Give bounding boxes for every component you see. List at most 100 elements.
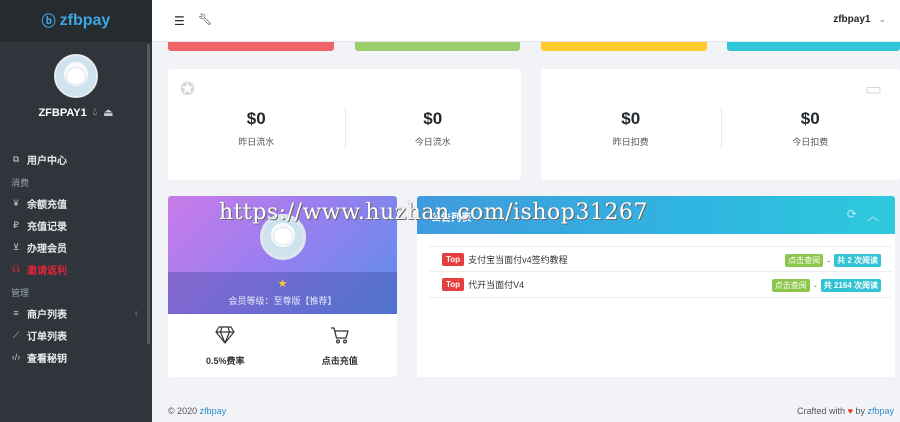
sidebar-item[interactable]: ⟋ 订单列表 bbox=[0, 324, 152, 346]
sidebar-item-label: 余额充值 bbox=[27, 199, 67, 211]
yen-icon: ¥ bbox=[13, 198, 19, 208]
sidebar-scrollbar[interactable] bbox=[147, 44, 150, 344]
home-icon: ⧉ bbox=[12, 153, 20, 164]
footer-brand-link[interactable]: zfbpay bbox=[200, 406, 227, 416]
user-menu-label: zfbpay1 bbox=[833, 14, 871, 25]
sidebar-item-label: 订单列表 bbox=[27, 331, 67, 343]
notice-title-text[interactable]: 代开当面付V4 bbox=[468, 278, 524, 291]
turnover-card: ✪ $0 昨日流水 $0 今日流水 bbox=[168, 69, 521, 180]
notice-row[interactable]: Top 支付宝当面付v4签约教程 点击查阅 - 共 2 次阅读 bbox=[429, 246, 893, 272]
top-badge: Top bbox=[442, 278, 465, 291]
nav-section-title: 消费 bbox=[11, 178, 30, 188]
notice-tools: ⟳ ︿ bbox=[847, 207, 879, 224]
sidebar-item[interactable]: ≡ 商户列表 ‹ bbox=[0, 302, 152, 324]
sidebar-item[interactable]: ☊ 邀请返利 bbox=[0, 258, 152, 280]
stat-value: $0 bbox=[621, 109, 641, 128]
brand-logo[interactable]: ⓑ zfbpay bbox=[0, 0, 152, 42]
recharge-button[interactable]: 点击充值 bbox=[283, 326, 398, 367]
notice-meta: 点击查阅 - 共 2164 次阅读 bbox=[771, 279, 881, 292]
refresh-icon[interactable]: ⟳ bbox=[847, 207, 857, 224]
sidebar-nav: ⧉ 用户中心消费 ¥ 余额充值 ₽ 充值记录 ⊻ 办理会员 ☊ 邀请返利管理 ≡ 商户列表 ‹ ⟋ 订单列表… bbox=[0, 148, 152, 368]
member-actions: 0.5%费率 点击充值 bbox=[168, 314, 397, 377]
sidebar-item[interactable]: ¥ 余额充值 bbox=[0, 192, 152, 214]
wrench-icon[interactable]: 🔧︎ bbox=[198, 13, 212, 26]
sidebar-item-label: 查看秘钥 bbox=[27, 353, 67, 365]
user-menu[interactable]: zfbpay1 ⌄ bbox=[833, 14, 886, 25]
chevron-up-icon[interactable]: ︿ bbox=[867, 207, 879, 224]
strip-green bbox=[355, 42, 520, 51]
drop-icon[interactable]: 💧︎ bbox=[93, 106, 97, 119]
stat-yesterday-deduction: $0 昨日扣费 bbox=[541, 109, 721, 148]
notice-header: 公告列表 ⟳ ︿ bbox=[417, 196, 895, 234]
notice-card: 公告列表 ⟳ ︿ Top 支付宝当面付v4签约教程 点击查阅 - 共 2 次阅读 Top 代… bbox=[417, 196, 895, 377]
footer-by-link[interactable]: zfbpay bbox=[867, 406, 894, 416]
stat-today-turnover: $0 今日流水 bbox=[345, 109, 522, 148]
sidebar-item-label: 商户列表 bbox=[27, 309, 67, 321]
member-card: ★ 会员等级：至尊版【推荐】 0.5%费率 点击充值 bbox=[168, 196, 397, 377]
footer: © 2020 zfbpay Crafted with ♥ by zfbpay bbox=[152, 398, 900, 422]
recharge-label: 点击充值 bbox=[321, 356, 358, 366]
menu-toggle-icon[interactable]: ☰ bbox=[174, 14, 185, 28]
member-banner: ★ 会员等级：至尊版【推荐】 bbox=[168, 196, 397, 314]
notice-title-text[interactable]: 支付宝当面付v4签约教程 bbox=[468, 253, 568, 266]
strip-red bbox=[168, 42, 334, 51]
nav-section-title: 管理 bbox=[11, 288, 30, 298]
profile: ZFBPAY1 💧︎ ⏏ bbox=[0, 42, 152, 132]
top-badge: Top bbox=[442, 252, 465, 266]
sidebar-item-label: 用户中心 bbox=[27, 155, 67, 167]
chevron-down-icon: ⌄ bbox=[878, 14, 886, 24]
rate-label: 0.5%费率 bbox=[205, 356, 245, 366]
username: ZFBPAY1 bbox=[38, 106, 87, 119]
stat-label: 昨日流水 bbox=[238, 137, 275, 147]
notice-row[interactable]: Top 代开当面付V4 点击查阅 - 共 2164 次阅读 bbox=[429, 272, 893, 298]
star-icon: ★ bbox=[277, 278, 288, 290]
wallet-icon: ▭ bbox=[864, 79, 882, 99]
deduction-card: ▭ $0 昨日扣费 $0 今日扣费 bbox=[541, 69, 900, 180]
stat-today-deduction: $0 今日扣费 bbox=[721, 109, 900, 148]
diamond-icon bbox=[168, 326, 283, 346]
stat-label: 今日流水 bbox=[414, 137, 451, 147]
view-badge[interactable]: 点击查阅 bbox=[785, 254, 824, 267]
member-level: 会员等级：至尊版【推荐】 bbox=[228, 296, 337, 306]
sidebar-item[interactable]: ₽ 充值记录 bbox=[0, 214, 152, 236]
sidebar-item[interactable]: ‹/› 查看秘钥 bbox=[0, 346, 152, 368]
read-count-badge: 共 2 次阅读 bbox=[834, 254, 881, 267]
headset-icon: ☊ bbox=[12, 263, 20, 274]
cart-icon: ⊻ bbox=[12, 241, 20, 252]
sidebar-item[interactable]: ⊻ 办理会员 bbox=[0, 236, 152, 258]
read-count-badge: 共 2164 次阅读 bbox=[820, 279, 881, 292]
list-icon: ≡ bbox=[13, 308, 19, 318]
by-text: by bbox=[855, 406, 865, 416]
sidebar-item-label: 办理会员 bbox=[27, 243, 67, 255]
notice-meta: 点击查阅 - 共 2 次阅读 bbox=[785, 254, 881, 267]
logo-text: zfbpay bbox=[59, 12, 111, 29]
footer-credit: Crafted with ♥ by zfbpay bbox=[797, 406, 894, 416]
sidebar-item[interactable]: ⧉ 用户中心 bbox=[0, 148, 152, 170]
logout-icon[interactable]: ⏏ bbox=[103, 106, 113, 119]
crafted-text: Crafted with bbox=[797, 406, 846, 416]
profile-row: ZFBPAY1 💧︎ ⏏ bbox=[38, 106, 113, 119]
stat-value: $0 bbox=[246, 109, 266, 128]
strip-cyan bbox=[727, 42, 900, 51]
stat-label: 今日扣费 bbox=[792, 137, 829, 147]
stat-yesterday-turnover: $0 昨日流水 bbox=[168, 109, 345, 148]
rate-button[interactable]: 0.5%费率 bbox=[168, 326, 283, 367]
sidebar: ⓑ zfbpay ZFBPAY1 💧︎ ⏏ ⧉ 用户中心消费 ¥ 余额充值 ₽ 充值记录 ⊻… bbox=[0, 0, 152, 422]
footer-copyright: © 2020 zfbpay bbox=[168, 406, 226, 416]
heart-icon: ♥ bbox=[847, 406, 853, 416]
sidebar-item-label: 充值记录 bbox=[27, 221, 67, 233]
ruble-icon: ₽ bbox=[13, 219, 19, 230]
strip-yellow bbox=[541, 42, 707, 51]
view-badge[interactable]: 点击查阅 bbox=[771, 279, 810, 292]
avatar[interactable] bbox=[54, 54, 98, 98]
stat-label: 昨日扣费 bbox=[612, 137, 649, 147]
logo-icon: ⓑ bbox=[41, 13, 56, 29]
chart-icon: ⟋ bbox=[12, 329, 20, 340]
code-icon: ‹/› bbox=[11, 352, 21, 362]
chevron-left-icon: ‹ bbox=[134, 307, 138, 319]
notice-list: Top 支付宝当面付v4签约教程 点击查阅 - 共 2 次阅读 Top 代开当面付V4 点击查… bbox=[429, 246, 893, 298]
stat-value: $0 bbox=[423, 109, 443, 128]
separator: - bbox=[827, 255, 831, 266]
sidebar-item-label: 邀请返利 bbox=[27, 265, 67, 277]
cart-icon bbox=[283, 326, 398, 346]
